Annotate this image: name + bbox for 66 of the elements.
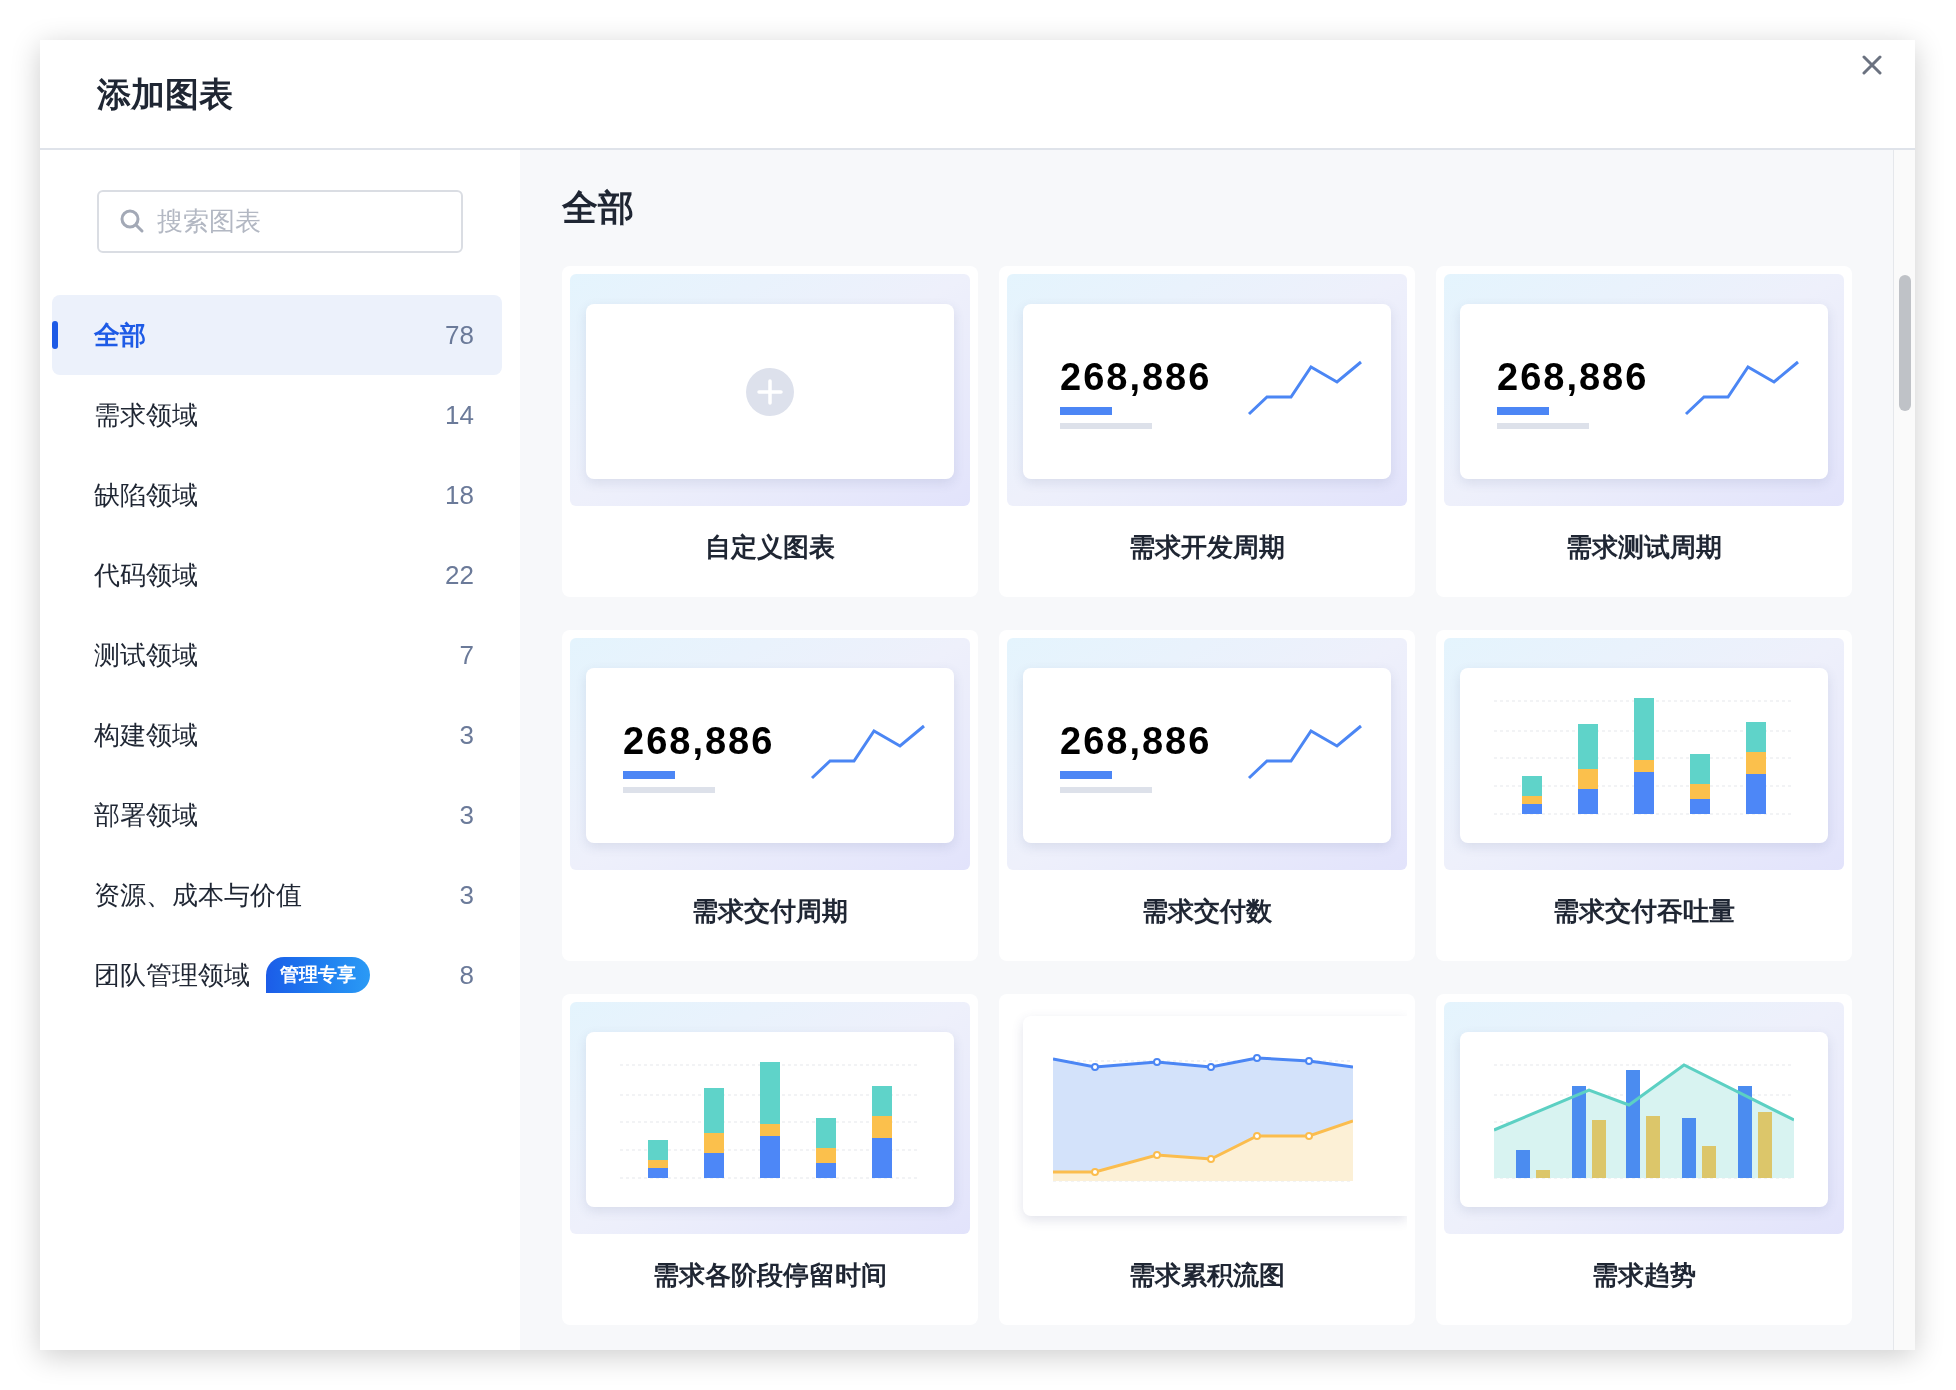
metric-value: 268,886 [1060,354,1212,399]
section-title: 全部 [562,186,635,230]
bar-segment [648,1167,668,1178]
category-item[interactable]: 构建领域 3 [52,695,502,775]
data-point [1207,1155,1215,1163]
card-label: 自定义图表 [705,531,835,564]
card-label: 需求各阶段停留时间 [653,1259,887,1292]
chart-card[interactable]: 268,886 需求交付周期 [562,630,978,961]
category-item[interactable]: 测试领域 7 [52,615,502,695]
close-icon [1862,55,1882,75]
bar [1536,1169,1550,1178]
chart-card[interactable]: 268,886 需求开发周期 [999,266,1415,597]
data-point [1305,1132,1313,1140]
card-label: 需求交付数 [1142,895,1272,928]
add-icon[interactable] [746,367,794,416]
metric-value: 268,886 [1497,354,1649,399]
category-item[interactable]: 代码领域 22 [52,535,502,615]
bar [1646,1115,1660,1178]
metric-value: 268,886 [1060,718,1212,763]
card-label: 需求交付吞吐量 [1553,895,1735,928]
data-point [1091,1063,1099,1071]
chart-card[interactable]: 需求趋势 [1436,994,1852,1325]
category-item[interactable]: 全部 78 [52,295,502,375]
data-point [1153,1058,1161,1066]
accent-bar [1060,770,1112,779]
dialog-title: 添加图表 [97,73,233,115]
chart-card[interactable]: 自定义图表 [562,266,978,597]
bar-segment [1746,721,1766,752]
card-label: 需求累积流图 [1129,1259,1285,1292]
card-label: 需求交付周期 [692,895,848,928]
bar [1516,1149,1530,1178]
accent-bar [1060,406,1112,415]
chart-card[interactable]: 需求交付吞吐量 [1436,630,1852,961]
card-label: 需求开发周期 [1129,531,1285,564]
chart-card[interactable]: 268,886 需求测试周期 [1436,266,1852,597]
data-point [1153,1151,1161,1159]
tag-badge: 管理专享 [266,957,370,993]
data-point [1207,1063,1215,1071]
category-item[interactable]: 团队管理领域 管理专享 8 [52,935,502,1015]
bar [1758,1111,1772,1178]
category-item[interactable]: 资源、成本与价值 3 [52,855,502,935]
bar-segment [872,1085,892,1116]
data-point [1305,1057,1313,1065]
bar [1592,1119,1606,1178]
data-point [1253,1054,1261,1062]
card-label: 需求趋势 [1592,1259,1696,1292]
bar [1682,1117,1696,1178]
data-point [1253,1132,1261,1140]
bar [1702,1145,1716,1178]
data-point [1091,1168,1099,1176]
metric-value: 268,886 [623,718,775,763]
chart-card[interactable]: 需求累积流图 [999,994,1415,1325]
accent-bar [1497,406,1549,415]
category-item[interactable]: 缺陷领域 18 [52,455,502,535]
card-label: 需求测试周期 [1566,531,1722,564]
search-icon [119,208,145,234]
category-item[interactable]: 需求领域 14 [52,375,502,455]
bar-segment [1522,803,1542,814]
search-field[interactable]: 搜索图表 [97,190,463,253]
bar-segment [1578,788,1598,814]
chart-card[interactable]: 268,886 需求交付数 [999,630,1415,961]
chart-card[interactable]: 需求各阶段停留时间 [562,994,978,1325]
bar-segment [704,1152,724,1178]
accent-bar [623,770,675,779]
scrollbar-thumb[interactable] [1898,275,1911,411]
category-item[interactable]: 部署领域 3 [52,775,502,855]
